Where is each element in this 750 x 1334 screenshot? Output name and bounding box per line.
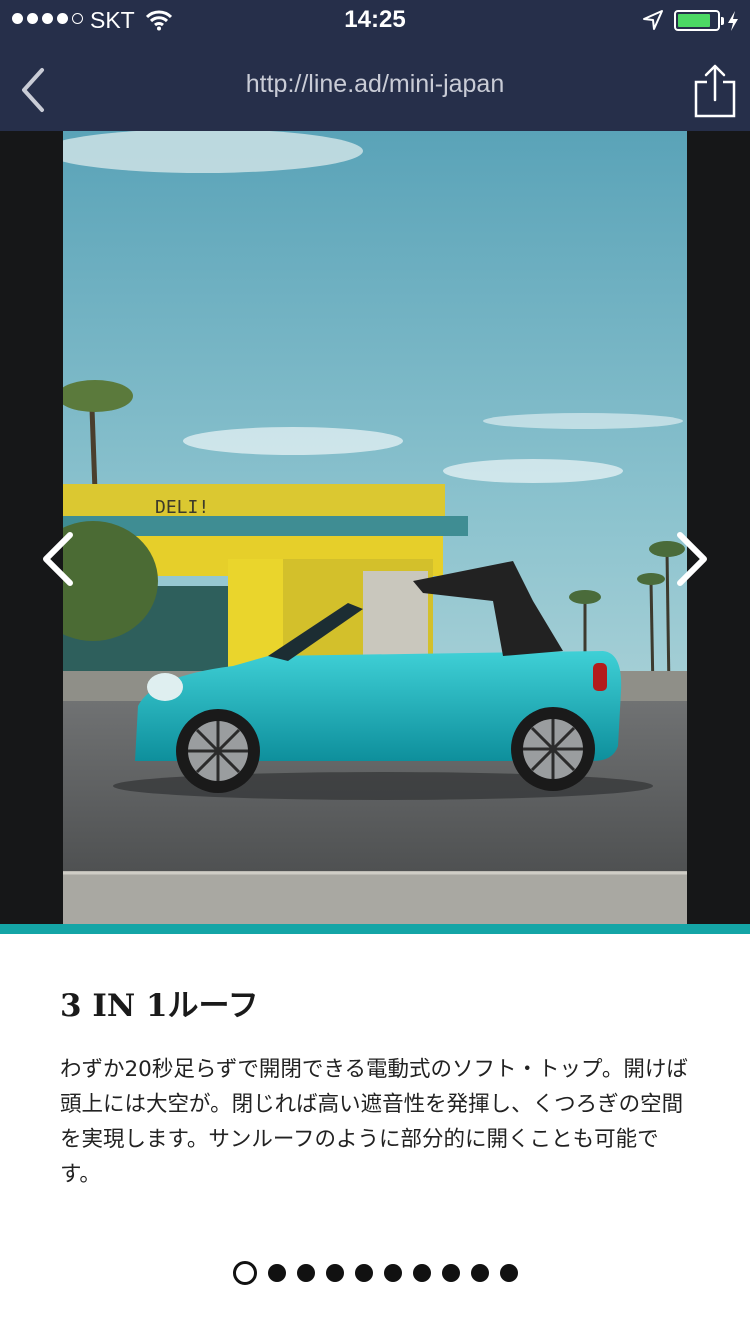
page-dot[interactable] xyxy=(441,1264,460,1282)
previous-slide-button[interactable] xyxy=(38,531,78,587)
page-dot-active[interactable] xyxy=(232,1261,257,1285)
location-arrow-icon xyxy=(643,10,663,30)
slide-title: 3 IN 1ルーフ xyxy=(60,988,259,1024)
page-dot[interactable] xyxy=(499,1264,518,1282)
status-bar: SKT 14:25 xyxy=(0,0,750,40)
page-indicator[interactable] xyxy=(0,1260,750,1286)
deli-sign: DELI! xyxy=(155,497,209,518)
page-dot[interactable] xyxy=(354,1264,373,1282)
battery-level xyxy=(678,14,710,27)
share-button[interactable] xyxy=(692,62,738,120)
slide-photo: DELI! xyxy=(63,131,687,924)
navigation-bar: http://line.ad/mini-japan xyxy=(0,40,750,131)
battery-nub xyxy=(721,17,724,25)
page-dot[interactable] xyxy=(383,1264,402,1282)
page-dot[interactable] xyxy=(267,1264,286,1282)
accent-divider xyxy=(0,924,750,934)
page-dot[interactable] xyxy=(412,1264,431,1282)
charging-bolt-icon xyxy=(728,11,738,31)
image-carousel[interactable]: DELI! xyxy=(0,131,750,924)
page-dot[interactable] xyxy=(296,1264,315,1282)
status-time: 14:25 xyxy=(344,6,406,33)
battery-icon xyxy=(674,10,724,31)
url-label: http://line.ad/mini-japan xyxy=(245,70,505,98)
convertible-car-photo: DELI! xyxy=(63,131,687,924)
top-bar: SKT 14:25 http://line.ad/mini-japan xyxy=(0,0,750,131)
slide-content: 3 IN 1ルーフ わずか20秒足らずで開閉できる電動式のソフト・トップ。開けば… xyxy=(60,984,690,1192)
page-dot[interactable] xyxy=(325,1264,344,1282)
next-slide-button[interactable] xyxy=(672,531,712,587)
page-dot[interactable] xyxy=(470,1264,489,1282)
slide-description: わずか20秒足らずで開閉できる電動式のソフト・トップ。開けば頭上には大空が。閉じ… xyxy=(60,1057,688,1187)
